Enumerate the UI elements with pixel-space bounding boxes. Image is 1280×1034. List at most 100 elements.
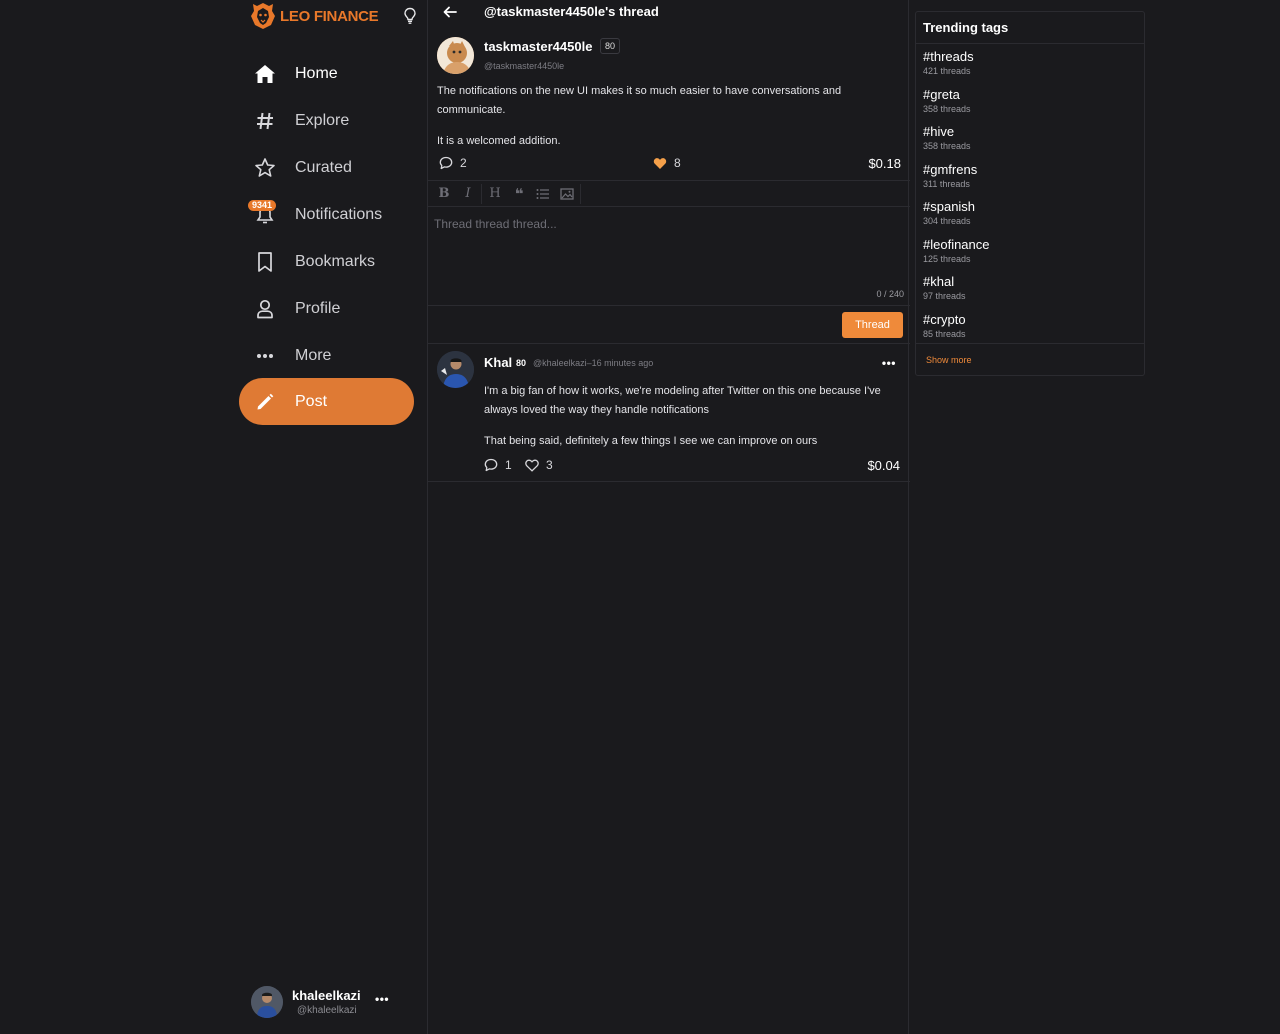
tag-name: #threads xyxy=(923,49,974,64)
reply-editor: B I H ❝ Thread thread thread... 0 / 240 xyxy=(428,180,910,306)
toolbar-divider xyxy=(481,183,482,204)
post-actions: 2 8 $0.18 xyxy=(437,156,901,174)
trending-tag[interactable]: #hive 358 threads xyxy=(923,124,1137,162)
sidebar-item-notifications[interactable]: 9341 Notifications xyxy=(239,191,425,238)
sidebar-item-explore[interactable]: Explore xyxy=(239,97,425,144)
sidebar-item-label: Bookmarks xyxy=(295,252,376,270)
sidebar-item-more[interactable]: More xyxy=(239,332,425,379)
post-payout[interactable]: $0.18 xyxy=(868,156,901,171)
sidebar-item-label: Profile xyxy=(295,299,341,317)
comment-count: 2 xyxy=(460,156,467,170)
toolbar-divider xyxy=(580,183,581,204)
like-count: 3 xyxy=(546,458,553,472)
reply-paragraph: That being said, definitely a few things… xyxy=(484,435,818,447)
tag-count: 125 threads xyxy=(923,253,971,264)
character-counter: 0 / 240 xyxy=(876,289,904,299)
bold-icon[interactable]: B xyxy=(432,184,456,204)
logo[interactable]: LEO FINANCE xyxy=(249,0,419,32)
trending-title: Trending tags xyxy=(916,12,1144,44)
comment-count: 1 xyxy=(505,458,512,472)
heart-filled-icon xyxy=(653,157,667,169)
post-handle[interactable]: @taskmaster4450le xyxy=(484,61,564,71)
tag-name: #leofinance xyxy=(923,236,990,252)
sidebar-item-label: Notifications xyxy=(295,205,383,223)
comment-button[interactable]: 2 xyxy=(439,156,467,170)
trending-tag[interactable]: #spanish 304 threads xyxy=(923,199,1137,237)
back-arrow-icon[interactable] xyxy=(442,4,458,20)
tag-name: #khal xyxy=(923,274,955,289)
reply-author[interactable]: Khal xyxy=(484,355,512,370)
trending-tag[interactable]: #threads 421 threads xyxy=(923,49,1137,87)
sidebar-item-label: Home xyxy=(295,64,338,82)
account-switcher[interactable]: khaleelkazi @khaleelkazi ••• xyxy=(251,984,411,1020)
show-more-link[interactable]: Show more xyxy=(916,343,1144,375)
tag-count: 97 threads xyxy=(923,291,966,301)
hash-icon xyxy=(253,109,277,133)
reputation-badge: 80 xyxy=(600,38,621,54)
like-count: 8 xyxy=(674,156,681,170)
comment-icon xyxy=(439,156,453,170)
thread-input[interactable]: Thread thread thread... xyxy=(434,217,557,231)
trending-tag[interactable]: #khal 97 threads xyxy=(923,274,1137,312)
like-button[interactable]: 3 xyxy=(525,458,553,472)
reply-body: I'm a big fan of how it works, we're mod… xyxy=(484,382,902,451)
trending-tags-panel: Trending tags #threads 421 threads #gret… xyxy=(915,11,1145,376)
post-button[interactable]: Post xyxy=(239,378,414,425)
tag-count: 311 threads xyxy=(923,178,970,189)
tag-count: 358 threads xyxy=(923,103,971,114)
reply-more-icon[interactable]: ••• xyxy=(882,356,896,370)
tag-count: 85 threads xyxy=(923,328,966,339)
heart-icon xyxy=(525,459,539,472)
account-info: khaleelkazi @khaleelkazi xyxy=(292,988,361,1016)
sidebar-item-bookmarks[interactable]: Bookmarks xyxy=(239,238,425,285)
quote-icon[interactable]: ❝ xyxy=(507,184,531,204)
reply-paragraph: I'm a big fan of how it works, we're mod… xyxy=(484,385,881,416)
pencil-icon xyxy=(253,390,277,414)
tag-name: #spanish xyxy=(923,199,976,214)
trending-tag[interactable]: #greta 358 threads xyxy=(923,87,1137,125)
sidebar-nav: Home Explore Curated 9341 Notifications xyxy=(239,50,425,379)
image-icon[interactable] xyxy=(555,184,579,204)
bookmark-icon xyxy=(253,250,277,274)
post-button-label: Post xyxy=(295,392,328,410)
avatar[interactable] xyxy=(437,37,474,74)
tag-count: 358 threads xyxy=(923,141,971,151)
tag-count: 304 threads xyxy=(923,216,971,226)
list-icon[interactable] xyxy=(531,184,555,204)
avatar xyxy=(251,986,283,1018)
reply-post: Khal 80 @khaleelkazi–16 minutes ago ••• … xyxy=(428,344,910,482)
reply-payout[interactable]: $0.04 xyxy=(867,458,900,473)
post-paragraph: It is a welcomed addition. xyxy=(437,135,561,147)
tag-name: #greta xyxy=(923,86,960,102)
sidebar-item-profile[interactable]: Profile xyxy=(239,285,425,332)
trending-tag[interactable]: #gmfrens 311 threads xyxy=(923,162,1137,200)
sidebar-item-label: Explore xyxy=(295,111,350,129)
reply-actions: 1 3 $0.04 xyxy=(484,458,900,476)
heading-icon[interactable]: H xyxy=(483,184,507,204)
sidebar-item-curated[interactable]: Curated xyxy=(239,144,425,191)
app-root: LEO FINANCE Home Explore Curated 9341 No… xyxy=(0,0,1280,1034)
like-button[interactable]: 8 xyxy=(653,156,681,170)
account-handle: @khaleelkazi xyxy=(297,1005,357,1016)
trending-tag-list: #threads 421 threads #greta 358 threads … xyxy=(916,44,1144,349)
italic-icon[interactable]: I xyxy=(456,184,480,204)
lightbulb-icon[interactable] xyxy=(403,7,417,25)
post-body: The notifications on the new UI makes it… xyxy=(437,82,877,151)
account-more-icon[interactable]: ••• xyxy=(375,992,389,1006)
reply-meta[interactable]: @khaleelkazi–16 minutes ago xyxy=(533,358,653,368)
tag-name: #gmfrens xyxy=(923,161,978,177)
trending-tag[interactable]: #leofinance 125 threads xyxy=(923,237,1137,275)
page-title: @taskmaster4450le's thread xyxy=(484,4,659,19)
post-author[interactable]: taskmaster4450le xyxy=(484,39,592,54)
thread-submit-button[interactable]: Thread xyxy=(842,312,903,338)
sidebar-item-home[interactable]: Home xyxy=(239,50,425,97)
avatar[interactable] xyxy=(437,351,474,388)
comment-button[interactable]: 1 xyxy=(484,458,512,472)
more-icon xyxy=(253,344,277,368)
home-icon xyxy=(253,62,277,86)
brand-wordmark: LEO FINANCE xyxy=(280,7,379,25)
user-icon xyxy=(253,297,277,321)
thread-column: @taskmaster4450le's thread taskmaster445… xyxy=(427,0,910,1034)
reputation-badge: 80 xyxy=(516,358,527,368)
lion-logo-icon xyxy=(251,3,275,29)
